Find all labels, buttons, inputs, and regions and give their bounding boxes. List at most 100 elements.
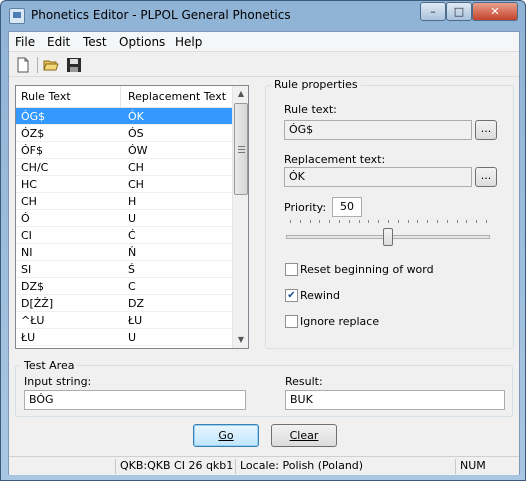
result-label: Result: [285, 375, 323, 388]
rule-text-field[interactable]: ÓG$ [284, 120, 472, 140]
rule-text-cell: ^ŁU [21, 314, 45, 327]
menu-test[interactable]: Test [83, 35, 107, 49]
replacement-text-cell: ÓW [128, 144, 148, 157]
slider-tick [486, 220, 487, 223]
rule-text-cell: CH/C [21, 161, 49, 174]
minimize-button[interactable]: – [420, 2, 446, 21]
client-area: File Edit Test Options Help Rule Text Re… [8, 31, 520, 475]
slider-tick [388, 220, 389, 223]
slider-tick [427, 220, 428, 223]
slider-tick [378, 220, 379, 223]
new-document-icon[interactable] [14, 56, 32, 74]
rule-text-cell: ŁU [21, 331, 36, 344]
menu-file[interactable]: File [15, 35, 35, 49]
scroll-up-arrow-icon[interactable]: ▲ [233, 86, 249, 102]
rules-list-header: Rule Text Replacement Text [16, 86, 232, 108]
app-icon[interactable] [9, 8, 25, 24]
replacement-text-cell: Ć [128, 229, 136, 242]
window-title: Phonetics Editor - PLPOL General Phoneti… [31, 8, 291, 22]
input-string-label: Input string: [24, 375, 92, 388]
rewind-label[interactable]: Rewind [300, 289, 340, 302]
rule-row[interactable]: ÓF$ ÓW [16, 142, 232, 159]
status-num: NUM [455, 459, 517, 474]
slider-tick [398, 220, 399, 223]
rule-row[interactable]: SI Ś [16, 261, 232, 278]
slider-tick [368, 220, 369, 223]
column-header-replacement-text[interactable]: Replacement Text [128, 90, 226, 103]
slider-tick [359, 220, 360, 223]
replacement-text-field[interactable]: ÓK [284, 167, 472, 187]
priority-label: Priority: [284, 201, 327, 214]
priority-slider-thumb[interactable] [383, 228, 393, 246]
rule-text-cell: SI [21, 263, 32, 276]
rule-text-cell: ÓG$ [21, 110, 46, 123]
status-locale: Locale: Polish (Poland) [235, 459, 453, 474]
rule-text-cell: ÓF$ [21, 144, 43, 157]
rule-row[interactable]: CH H [16, 193, 232, 210]
replacement-text-cell: ŁU [128, 314, 143, 327]
rule-row[interactable]: DZ$ C [16, 278, 232, 295]
rule-row[interactable]: HC CH [16, 176, 232, 193]
column-divider[interactable] [120, 86, 121, 108]
slider-tick [466, 220, 467, 223]
menu-edit[interactable]: Edit [47, 35, 70, 49]
reset-beginning-checkbox[interactable] [285, 263, 298, 276]
slider-tick [290, 220, 291, 223]
rule-text-cell: Ó [21, 212, 30, 225]
replacement-text-cell: ÓK [128, 110, 144, 123]
rule-row[interactable]: ^ŁU ŁU [16, 312, 232, 329]
slider-tick [349, 220, 350, 223]
rule-row[interactable]: ÓZ$ ÓS [16, 125, 232, 142]
replacement-text-cell: Ś [128, 263, 135, 276]
save-disk-icon[interactable] [65, 56, 83, 74]
rewind-checkbox[interactable]: ✔ [285, 289, 298, 302]
clear-button[interactable]: Clear [271, 424, 337, 447]
rule-text-browse-button[interactable]: ... [475, 120, 497, 140]
replacement-text-cell: U [128, 212, 137, 225]
rule-text-cell: CH [21, 195, 37, 208]
ignore-replace-label[interactable]: Ignore replace [300, 315, 379, 328]
title-bar[interactable]: Phonetics Editor - PLPOL General Phoneti… [1, 1, 525, 31]
rule-row[interactable]: CI Ć [16, 227, 232, 244]
test-area-title: Test Area [21, 359, 78, 372]
rules-list[interactable]: Rule Text Replacement Text ÓG$ ÓK ÓZ$ ÓS ÓF$… [15, 85, 249, 349]
replacement-text-cell: C [128, 280, 136, 293]
slider-tick [457, 220, 458, 223]
menu-help[interactable]: Help [175, 35, 202, 49]
priority-field[interactable]: 50 [332, 197, 362, 217]
status-bar: QKB:QKB CI 26 qkb1 Locale: Polish (Polan… [9, 456, 519, 475]
slider-tick [476, 220, 477, 223]
rule-row[interactable]: ÓG$ ÓK [16, 108, 232, 125]
go-button[interactable]: Go [193, 424, 259, 447]
toolbar [9, 53, 519, 77]
input-string-field[interactable]: BÓG [24, 390, 246, 410]
rule-row[interactable]: NI Ń [16, 244, 232, 261]
replacement-text-cell: ÓS [128, 127, 144, 140]
result-field[interactable]: BUK [285, 390, 505, 410]
reset-beginning-label[interactable]: Reset beginning of word [300, 263, 434, 276]
ignore-replace-checkbox[interactable] [285, 315, 298, 328]
close-button[interactable]: ✕ [472, 2, 518, 21]
rule-row[interactable]: ÓU [16, 210, 232, 227]
replacement-text-browse-button[interactable]: ... [475, 167, 497, 187]
menu-options[interactable]: Options [119, 35, 165, 49]
slider-tick [408, 220, 409, 223]
slider-tick [417, 220, 418, 223]
app-window: Phonetics Editor - PLPOL General Phoneti… [0, 0, 526, 481]
slider-tick [339, 220, 340, 223]
rule-row[interactable]: CH/C CH [16, 159, 232, 176]
scrollbar-thumb[interactable] [234, 103, 248, 195]
maximize-button[interactable]: □ [446, 2, 472, 21]
scroll-down-arrow-icon[interactable]: ▼ [233, 332, 249, 348]
slider-tick [310, 220, 311, 223]
status-pane-empty [9, 459, 113, 474]
column-header-rule-text[interactable]: Rule Text [21, 90, 71, 103]
replacement-text-cell: U [128, 331, 137, 344]
slider-tick [300, 220, 301, 223]
open-folder-icon[interactable] [42, 56, 60, 74]
replacement-text-cell: CH [128, 178, 144, 191]
rules-scrollbar[interactable]: ▲ ▼ [232, 86, 248, 348]
rule-row[interactable]: D[ŹŻ] DZ [16, 295, 232, 312]
menu-bar: File Edit Test Options Help [9, 32, 519, 52]
rule-row[interactable]: ŁU U [16, 329, 232, 346]
